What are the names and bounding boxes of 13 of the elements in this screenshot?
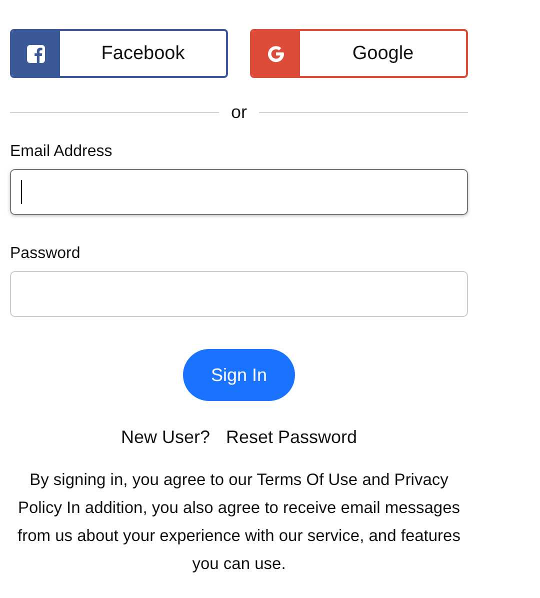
field-label: Email Address (10, 143, 114, 161)
social-login-button[interactable]: Google (250, 29, 468, 78)
sign-in-button[interactable]: Sign In (183, 349, 295, 401)
terms-text: By signing in, you agree to our Terms Of Use and Privacy Policy In addition, you also agree to receive email messages from us about your experience with our service, and features you can use. (16, 470, 462, 575)
link[interactable]: New User? (120, 427, 210, 448)
social-login-button[interactable]: Facebook (10, 29, 228, 78)
input-field[interactable] (10, 169, 468, 215)
link[interactable]: Reset Password (226, 427, 358, 448)
field-label: Password (10, 245, 82, 263)
facebook-icon (27, 44, 45, 62)
input-field[interactable] (10, 271, 468, 317)
divider-text: or (231, 102, 248, 123)
google-icon (266, 44, 286, 64)
